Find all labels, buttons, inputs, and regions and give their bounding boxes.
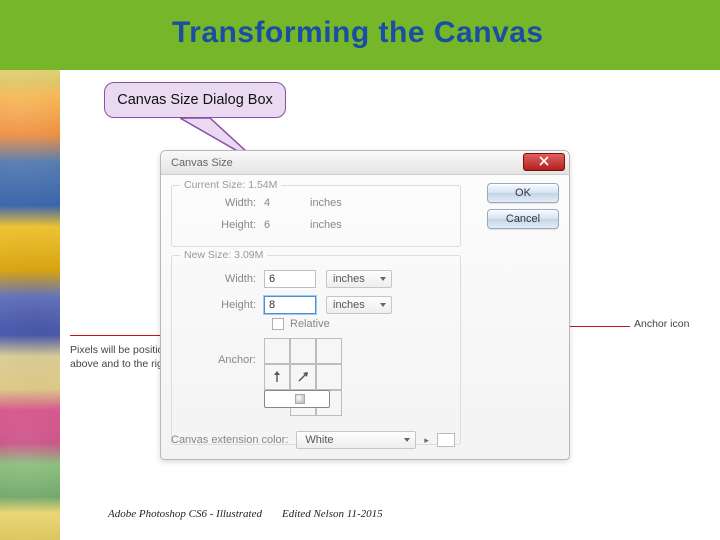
current-size-title: Current Size: 1.54M bbox=[180, 179, 281, 191]
extension-color-select[interactable]: White bbox=[296, 431, 416, 449]
slide: Transforming the Canvas Canvas Size Dial… bbox=[0, 0, 720, 540]
slide-footer: Adobe Photoshop CS6 - Illustrated Edited… bbox=[108, 508, 383, 520]
current-size-group: Current Size: 1.54M Width: 4 inches Heig… bbox=[171, 185, 461, 247]
callout-bubble: Canvas Size Dialog Box bbox=[104, 82, 286, 118]
new-width-unit-value: inches bbox=[333, 273, 365, 285]
anchor-n[interactable] bbox=[290, 338, 316, 364]
new-height-unit-value: inches bbox=[333, 299, 365, 311]
current-width-value: 4 bbox=[264, 197, 310, 209]
new-height-unit-select[interactable]: inches bbox=[326, 296, 392, 314]
extension-color-value: White bbox=[305, 434, 333, 446]
callout-text: Canvas Size Dialog Box bbox=[117, 92, 273, 108]
annotation-right: Anchor icon bbox=[634, 318, 689, 330]
arrow-upright-icon bbox=[296, 370, 310, 384]
anchor-w[interactable] bbox=[264, 364, 290, 390]
relative-checkbox-row: Relative bbox=[272, 318, 460, 330]
anchor-label: Anchor: bbox=[172, 338, 264, 366]
anchor-e[interactable] bbox=[316, 364, 342, 390]
ok-button[interactable]: OK bbox=[487, 183, 559, 203]
extension-color-label: Canvas extension color: bbox=[171, 434, 288, 446]
footer-left: Adobe Photoshop CS6 - Illustrated bbox=[108, 508, 262, 520]
anchor-sw[interactable] bbox=[264, 390, 330, 408]
dialog-screenshot: Canvas Size OK Cancel Current Size: 1.54… bbox=[160, 150, 570, 460]
dialog-button-column: OK Cancel bbox=[487, 183, 559, 235]
close-icon bbox=[539, 156, 549, 169]
extension-color-row: Canvas extension color: White ▸ bbox=[171, 431, 455, 449]
extension-color-swatch[interactable] bbox=[437, 433, 455, 447]
new-height-label: Height: bbox=[172, 299, 264, 311]
anchor-ne[interactable] bbox=[316, 338, 342, 364]
anchor-grid[interactable] bbox=[264, 338, 342, 416]
dialog-titlebar: Canvas Size bbox=[161, 151, 569, 175]
current-height-label: Height: bbox=[172, 219, 264, 231]
chevron-down-icon bbox=[380, 277, 386, 281]
arrow-up-icon bbox=[270, 370, 284, 384]
chevron-down-icon bbox=[404, 438, 410, 442]
current-height-unit: inches bbox=[310, 219, 370, 231]
new-width-input[interactable] bbox=[264, 270, 316, 288]
anchor-c[interactable] bbox=[290, 364, 316, 390]
anchor-selected-icon bbox=[295, 394, 305, 404]
anchor-row: Anchor: bbox=[172, 338, 460, 416]
canvas-size-dialog: Canvas Size OK Cancel Current Size: 1.54… bbox=[160, 150, 570, 460]
footer-right: Edited Nelson 11-2015 bbox=[282, 508, 383, 520]
close-button[interactable] bbox=[523, 153, 565, 171]
slide-title: Transforming the Canvas bbox=[172, 16, 544, 50]
dialog-body: OK Cancel Current Size: 1.54M Width: 4 i… bbox=[161, 175, 569, 459]
current-width-label: Width: bbox=[172, 197, 264, 209]
new-width-unit-select[interactable]: inches bbox=[326, 270, 392, 288]
new-width-label: Width: bbox=[172, 273, 264, 285]
dialog-title: Canvas Size bbox=[171, 157, 233, 169]
new-height-input[interactable] bbox=[264, 296, 316, 314]
relative-label: Relative bbox=[290, 318, 330, 330]
anchor-nw[interactable] bbox=[264, 338, 290, 364]
new-size-title: New Size: 3.09M bbox=[180, 249, 267, 261]
relative-checkbox[interactable] bbox=[272, 318, 284, 330]
chevron-down-icon bbox=[380, 303, 386, 307]
decorative-left-strip bbox=[0, 0, 60, 540]
triangle-right-icon: ▸ bbox=[424, 435, 429, 446]
current-height-value: 6 bbox=[264, 219, 310, 231]
current-width-unit: inches bbox=[310, 197, 370, 209]
cancel-button[interactable]: Cancel bbox=[487, 209, 559, 229]
new-size-group: New Size: 3.09M Width: inches Height: bbox=[171, 255, 461, 445]
